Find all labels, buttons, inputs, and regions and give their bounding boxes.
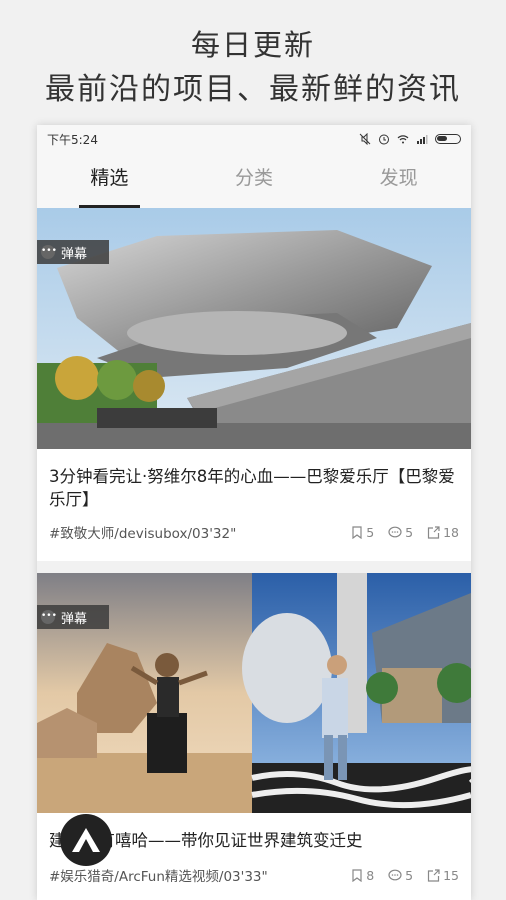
alarm-icon — [379, 134, 389, 145]
article-thumbnail[interactable]: ••• 弹幕 — [37, 573, 471, 813]
danmu-label: 弹幕 — [61, 246, 88, 262]
phone-screen: 下午5:24 精选 分类 发现 ••• 弹幕 3分钟看完让·努维尔8年的心血——… — [37, 125, 471, 900]
promo-headline: 每日更新 — [190, 28, 315, 62]
bookmark-stat[interactable]: 8 — [351, 868, 374, 883]
tab-discover[interactable]: 发现 — [326, 153, 471, 208]
wifi-icon — [397, 135, 409, 144]
signal-icon — [417, 135, 428, 144]
comment-stat[interactable]: 5 — [388, 868, 413, 883]
battery-icon — [435, 134, 461, 144]
comment-count: 5 — [405, 867, 414, 883]
tab-categories[interactable]: 分类 — [182, 153, 327, 208]
bookmark-icon — [352, 525, 362, 539]
arcfun-logo-icon — [72, 828, 100, 852]
card-divider — [37, 561, 471, 573]
tab-bar: 精选 分类 发现 — [37, 153, 471, 208]
article-thumbnail[interactable]: ••• 弹幕 — [37, 208, 471, 449]
mute-icon — [359, 133, 371, 145]
comment-count: 5 — [405, 524, 414, 540]
article-tag[interactable]: #娱乐猎奇/ArcFun精选视频/03'33" — [49, 865, 268, 885]
comment-icon — [388, 526, 402, 537]
share-stat[interactable]: 15 — [427, 868, 459, 883]
article-tag[interactable]: #致敬大师/devisubox/03'32" — [49, 522, 236, 542]
share-count: 15 — [443, 867, 459, 883]
status-bar: 下午5:24 — [37, 125, 471, 153]
comment-icon — [388, 869, 402, 880]
share-icon — [427, 525, 440, 539]
status-icons — [359, 133, 461, 145]
article-meta: #致敬大师/devisubox/03'32" 5 5 18 — [49, 522, 459, 543]
comment-stat[interactable]: 5 — [388, 525, 413, 540]
app-logo-button[interactable] — [60, 814, 112, 866]
article-card[interactable]: ••• 弹幕 3分钟看完让·努维尔8年的心血——巴黎爱乐厅【巴黎爱乐厅】 #致敬… — [37, 208, 471, 561]
tab-featured[interactable]: 精选 — [37, 153, 182, 208]
bookmark-count: 8 — [366, 867, 375, 883]
bookmark-icon — [352, 868, 362, 882]
danmu-dots-icon: ••• — [41, 610, 57, 624]
article-title[interactable]: 3分钟看完让·努维尔8年的心血——巴黎爱乐厅【巴黎爱乐厅】 — [49, 465, 459, 511]
danmu-dots-icon: ••• — [41, 245, 57, 259]
share-stat[interactable]: 18 — [427, 525, 459, 540]
bookmark-stat[interactable]: 5 — [351, 525, 374, 540]
danmu-badge[interactable]: ••• 弹幕 — [37, 240, 109, 264]
danmu-badge[interactable]: ••• 弹幕 — [37, 605, 109, 629]
share-count: 18 — [443, 524, 459, 540]
article-meta: #娱乐猎奇/ArcFun精选视频/03'33" 8 5 15 — [49, 865, 459, 886]
bookmark-count: 5 — [366, 524, 375, 540]
share-icon — [427, 868, 440, 882]
status-time: 下午5:24 — [47, 132, 98, 147]
danmu-label: 弹幕 — [61, 611, 88, 627]
promo-subheadline: 最前沿的项目、最新鲜的资讯 — [45, 72, 461, 107]
